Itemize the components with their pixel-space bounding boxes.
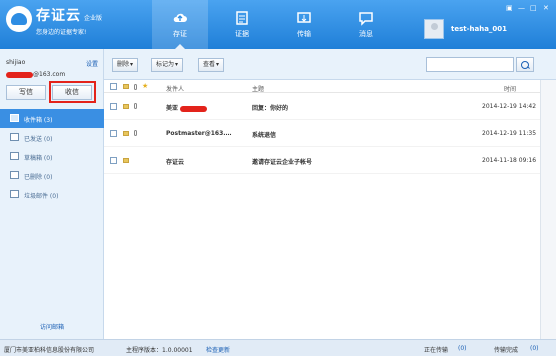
mail-row[interactable]: 存证云 邀请存证云企业子帐号 2014-11-18 09:16 (104, 147, 556, 174)
attachment-icon (134, 103, 137, 109)
redaction-mark (180, 105, 208, 112)
maximize-icon[interactable]: □ (530, 4, 537, 12)
brand-slogan: 您身边的证据专家! (36, 29, 87, 36)
folder-sent[interactable]: 已发送 (0) (0, 128, 104, 147)
nav-tab-zhengju[interactable]: 证据 (214, 0, 270, 49)
folder-label: 已发送 (0) (24, 136, 53, 143)
app-header: 存证云 企业版 您身边的证据专家! 存证 证据 传输 消息 test-haha_0… (0, 0, 556, 49)
mail-sender: 美亚 (166, 103, 208, 112)
status-bar: 厦门市美亚柏科信息股份有限公司 主程序版本：1.0.00001 检查更新 正在传… (0, 339, 556, 356)
nav-tab-chuanshu[interactable]: 传输 (276, 0, 332, 49)
search-icon[interactable] (516, 57, 534, 72)
mail-row[interactable]: 美亚 回复：你好的 2014-12-19 14:42 (104, 93, 556, 120)
list-header: ★ 发件人 主题 时间 (104, 80, 556, 93)
mail-subject: 系统退信 (252, 132, 277, 139)
row-checkbox[interactable] (110, 130, 117, 137)
spam-icon (10, 190, 19, 198)
attachment-icon (134, 130, 137, 136)
column-sender[interactable]: 发件人 (166, 84, 184, 93)
inbox-icon (10, 114, 19, 122)
mail-sender: 存证云 (166, 159, 185, 166)
attachment-icon (134, 84, 137, 90)
list-scrollbar[interactable] (540, 80, 556, 339)
folder-label: 垃圾邮件 (0) (24, 193, 59, 200)
column-time[interactable]: 时间 (504, 84, 516, 93)
nav-label: 消息 (359, 30, 373, 38)
user-avatar[interactable] (424, 19, 444, 39)
redaction-mark (6, 71, 33, 78)
minimize-icon[interactable]: — (518, 4, 525, 12)
mail-sender: Postmaster@163.… (166, 130, 232, 137)
email-suffix: @163.com (33, 71, 66, 78)
company-name: 厦门市美亚柏科信息股份有限公司 (4, 347, 95, 354)
folder-inbox[interactable]: 收件箱 (3) (0, 109, 104, 128)
write-mail-button[interactable]: 写信 (6, 85, 46, 100)
mail-sidebar: shijiao 设置 @163.com 写信 收信 收件箱 (3) 已发送 (0… (0, 49, 104, 339)
nav-label: 传输 (297, 30, 311, 38)
mail-time: 2014-12-19 14:42 (482, 103, 537, 110)
row-checkbox[interactable] (110, 157, 117, 164)
close-icon[interactable]: ✕ (543, 4, 549, 12)
envelope-icon (123, 131, 129, 136)
skin-icon[interactable]: ▣ (506, 4, 513, 12)
brand: 存证云 企业版 您身边的证据专家! (36, 5, 102, 36)
nav-label: 存证 (173, 30, 187, 38)
settings-link[interactable]: 设置 (86, 59, 98, 68)
uploading-label[interactable]: 正在传输 (424, 345, 448, 354)
done-label[interactable]: 传输完成 (494, 345, 518, 354)
column-subject[interactable]: 主题 (252, 84, 264, 93)
delete-button[interactable]: 删除 (112, 58, 139, 72)
mail-list: ★ 发件人 主题 时间 美亚 回复：你好的 2014-12-19 14:42 P… (104, 80, 556, 339)
folder-drafts[interactable]: 草稿箱 (0) (0, 147, 104, 166)
mail-time: 2014-11-18 09:16 (482, 157, 537, 164)
folder-label: 收件箱 (3) (24, 117, 53, 124)
sent-icon (10, 133, 19, 141)
nav-tab-xiaoxi[interactable]: 消息 (338, 0, 394, 49)
access-mailbox-link[interactable]: 访问邮箱 (0, 322, 104, 331)
mark-as-button[interactable]: 标记为 (151, 58, 184, 72)
cloud-icon (173, 13, 187, 22)
brand-name: 存证云 (36, 8, 81, 24)
mail-subject: 邀请存证云企业子帐号 (252, 159, 313, 166)
check-update-link[interactable]: 检查更新 (206, 345, 230, 354)
folder-label: 已删除 (0) (24, 174, 53, 181)
folder-label: 草稿箱 (0) (24, 155, 53, 162)
folder-spam[interactable]: 垃圾邮件 (0) (0, 185, 104, 204)
search-input[interactable] (426, 57, 514, 72)
view-button[interactable]: 查看 (198, 58, 225, 72)
done-count: (0) (530, 345, 539, 352)
message-icon (359, 12, 373, 26)
mail-time: 2014-12-19 11:35 (482, 130, 537, 137)
nav-label: 证据 (235, 30, 249, 38)
read-status-icon (123, 84, 129, 89)
folder-deleted[interactable]: 已删除 (0) (0, 166, 104, 185)
mail-toolbar: 删除 标记为 查看 (104, 49, 556, 80)
mail-subject: 回复：你好的 (252, 105, 289, 112)
trash-icon (10, 171, 19, 179)
folder-list: 收件箱 (3) 已发送 (0) 草稿箱 (0) 已删除 (0) 垃圾邮件 (0) (0, 109, 104, 204)
row-checkbox[interactable] (110, 103, 117, 110)
star-icon: ★ (142, 82, 149, 90)
envelope-icon (123, 104, 129, 109)
receive-mail-button[interactable]: 收信 (52, 85, 92, 100)
select-all-checkbox[interactable] (110, 83, 117, 90)
brand-edition: 企业版 (84, 15, 103, 22)
sender-text: 美亚 (166, 105, 179, 112)
account-name: shijiao (6, 59, 26, 66)
uploading-count: (0) (458, 345, 467, 352)
app-logo (6, 6, 32, 32)
account-email: @163.com (6, 71, 65, 78)
nav-tab-cunzheng[interactable]: 存证 (152, 0, 208, 49)
envelope-icon (123, 158, 129, 163)
transfer-icon (297, 12, 311, 23)
program-version: 主程序版本：1.0.00001 (126, 347, 193, 354)
username[interactable]: test-haha_001 (451, 25, 507, 33)
document-icon (236, 11, 248, 25)
drafts-icon (10, 152, 19, 160)
mail-row[interactable]: Postmaster@163.… 系统退信 2014-12-19 11:35 (104, 120, 556, 147)
